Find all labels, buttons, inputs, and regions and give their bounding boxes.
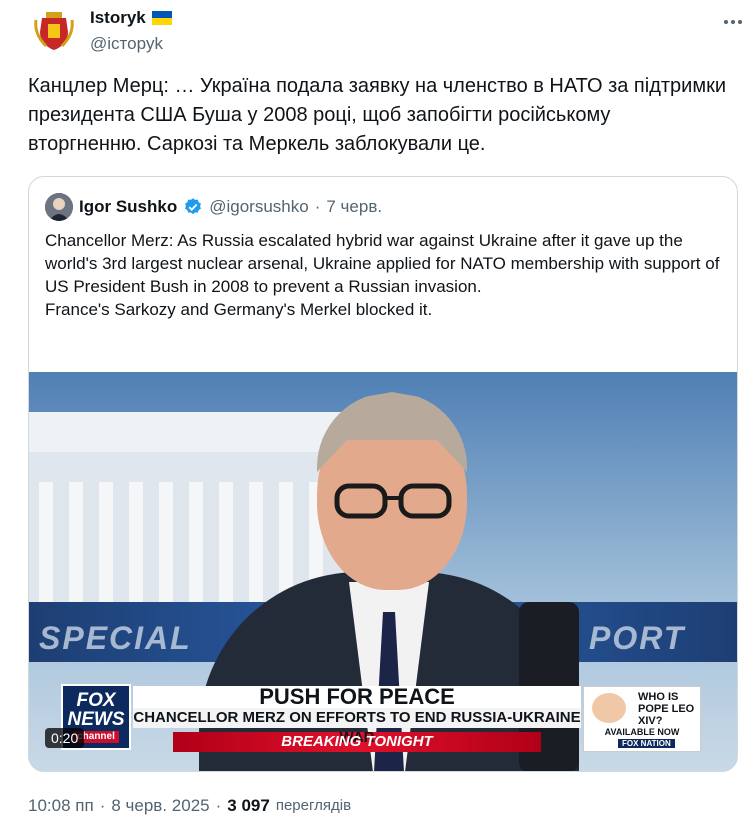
views-label: переглядів [275,797,352,814]
tweet-meta: 10:08 пп · 8 черв. 2025 · 3 097 перегляд… [28,796,351,816]
breaking-tag: BREAKING TONIGHT [173,732,541,752]
background-text-left: SPECIAL [39,620,192,656]
quoted-author-handle[interactable]: @igorsushko [209,197,308,217]
tweet-header: Istoryk @історyk [28,4,748,60]
quoted-text: Chancellor Merz: As Russia escalated hyb… [45,231,720,319]
glasses-icon [334,483,452,519]
dot-separator: · [314,197,321,216]
quoted-date[interactable]: 7 черв. [326,197,382,217]
news-lower-third: FOX NEWS channel PUSH FOR PEACE CHANCELL… [29,682,737,771]
video-timer: 0:20 [45,728,85,748]
video-player[interactable]: SPECIAL PORT FOX NEWS channel PUSH FOR P… [29,372,737,771]
person-avatar-icon [45,193,73,221]
coat-of-arms-icon [29,7,79,57]
quoted-tweet[interactable]: Igor Sushko @igorsushko · 7 черв. Chance… [28,176,738,772]
background-text-right: PORT [589,620,686,656]
quoted-author-avatar[interactable] [45,193,73,221]
author-avatar[interactable] [28,6,80,58]
headline: PUSH FOR PEACE [133,686,581,708]
tweet-date[interactable]: 8 черв. 2025 [111,796,209,816]
dot-separator: · [215,796,222,815]
verified-badge-icon [185,198,202,215]
views-count: 3 097 [227,796,270,815]
tweet-text: Канцлер Мерц: … Україна подала заявку на… [28,75,726,155]
dot-separator: · [99,796,106,815]
quoted-author-name[interactable]: Igor Sushko [79,197,177,217]
author-handle[interactable]: @історyk [90,34,163,54]
more-options-icon[interactable] [718,10,748,34]
pope-portrait [592,693,626,723]
ukraine-flag-icon [151,11,172,25]
subheadline: CHANCELLOR MERZ ON EFFORTS TO END RUSSIA… [133,708,581,746]
tweet-time[interactable]: 10:08 пп [28,796,94,816]
promo-box: WHO IS POPE LEO XIV? AVAILABLE NOW FOX N… [583,686,701,752]
author-name[interactable]: Istoryk [90,8,146,28]
